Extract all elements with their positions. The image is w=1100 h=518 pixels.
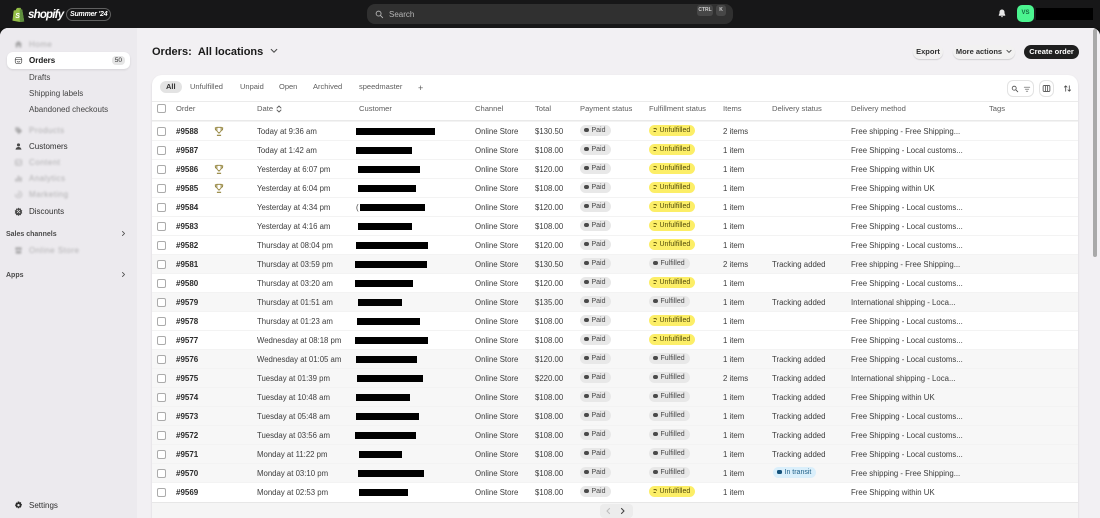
svg-text:S: S <box>15 13 20 20</box>
